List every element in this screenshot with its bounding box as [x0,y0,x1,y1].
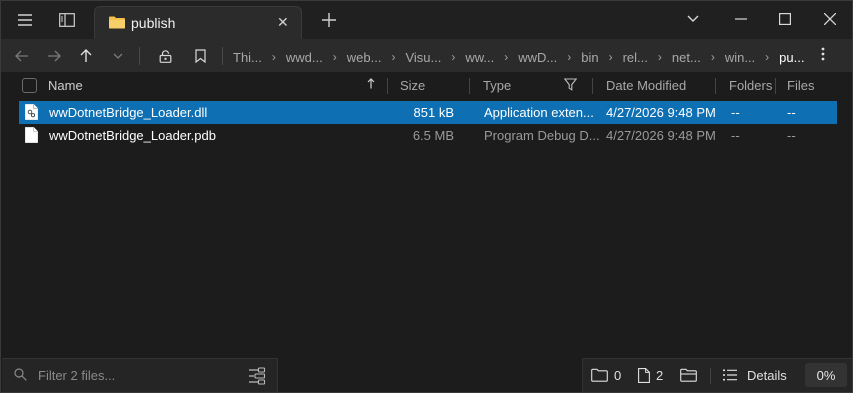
breadcrumb-item[interactable]: web... [347,50,382,65]
column-header-files[interactable]: Files [787,78,814,93]
lock-icon[interactable] [155,46,175,66]
column-header-folders[interactable]: Folders [729,78,772,93]
file-size: 6.5 MB [412,128,454,143]
title-bar: publish ✕ [1,1,852,39]
breadcrumb-chevron-icon: › [657,50,662,64]
column-headers: Name Size Type Date Modified Folders Fil… [1,72,852,100]
breadcrumb-chevron-icon: › [504,50,509,64]
file-row[interactable]: wwDotnetBridge_Loader.dll 851 kB Applica… [19,101,837,124]
breadcrumb: Thi... › wwd... › web... › Visu... › ww... › … [233,48,804,66]
file-date-modified: 4/27/2026 9:48 PM [606,105,716,120]
history-chevron-icon[interactable] [108,46,128,66]
back-arrow-icon[interactable] [12,46,32,66]
file-files-count: -- [787,105,796,120]
status-bar: 0 2 Details 0% [582,358,852,392]
toolbar-divider [222,47,223,65]
file-explorer-window: publish ✕ Thi... › wwd... › web... › Vis… [0,0,853,393]
sort-ascending-icon[interactable] [367,78,375,89]
minimize-icon[interactable] [729,9,753,29]
column-header-date-modified[interactable]: Date Modified [606,78,686,93]
status-divider [710,368,711,384]
details-view-icon[interactable] [723,369,737,381]
column-divider[interactable] [715,78,716,94]
file-count-icon [638,368,650,383]
column-divider[interactable] [469,78,470,94]
tab-close-icon[interactable]: ✕ [277,14,289,31]
dll-file-icon [25,104,38,120]
breadcrumb-chevron-icon: › [451,50,456,64]
file-type: Application exten... [484,105,594,120]
breadcrumb-item[interactable]: rel... [623,50,648,65]
breadcrumb-item[interactable]: bin [581,50,598,65]
sidebar-toggle-icon[interactable] [56,9,78,31]
tab-publish[interactable]: publish ✕ [94,6,302,39]
maximize-icon[interactable] [773,9,797,29]
file-count: 2 [656,368,664,383]
breadcrumb-item[interactable]: wwD... [518,50,557,65]
view-mode-label[interactable]: Details [747,368,787,383]
breadcrumb-item[interactable]: Visu... [405,50,441,65]
file-icon [25,127,38,143]
column-divider[interactable] [387,78,388,94]
file-files-count: -- [787,128,796,143]
column-header-name[interactable]: Name [48,78,83,93]
folder-icon [109,15,125,29]
column-divider[interactable] [775,78,776,94]
file-folders-count: -- [731,128,740,143]
toolbar-divider [139,47,140,65]
breadcrumb-chevron-icon: › [567,50,572,64]
file-name: wwDotnetBridge_Loader.pdb [49,128,216,143]
file-type: Program Debug D... [484,128,600,143]
column-divider[interactable] [592,78,593,94]
up-arrow-icon[interactable] [76,46,96,66]
folder-view-icon[interactable] [680,368,697,382]
bookmark-icon[interactable] [190,46,210,66]
breadcrumb-item[interactable]: net... [672,50,701,65]
select-all-checkbox[interactable] [22,78,37,93]
search-icon [14,368,27,381]
breadcrumb-chevron-icon: › [271,50,276,64]
breadcrumb-item[interactable]: win... [725,50,755,65]
new-tab-icon[interactable] [318,9,340,31]
menu-icon[interactable] [14,9,36,31]
navigation-toolbar: Thi... › wwd... › web... › Visu... › ww... › … [1,39,852,72]
filter-bar [2,358,278,392]
file-name: wwDotnetBridge_Loader.dll [49,105,208,120]
filter-input[interactable] [36,367,240,384]
column-header-size[interactable]: Size [400,78,425,93]
forward-arrow-icon[interactable] [44,46,64,66]
tab-title: publish [131,15,176,31]
column-header-type[interactable]: Type [483,78,511,93]
filter-icon[interactable] [564,78,577,91]
breadcrumb-chevron-icon: › [608,50,613,64]
filter-options-icon[interactable] [248,367,266,385]
breadcrumb-chevron-icon: › [332,50,337,64]
tab-list-chevron-icon[interactable] [681,9,705,29]
breadcrumb-item[interactable]: ww... [465,50,494,65]
breadcrumb-item[interactable]: wwd... [286,50,323,65]
file-row[interactable]: wwDotnetBridge_Loader.pdb 6.5 MB Program… [19,124,837,147]
breadcrumb-item[interactable]: Thi... [233,50,262,65]
file-date-modified: 4/27/2026 9:48 PM [606,128,716,143]
breadcrumb-chevron-icon: › [391,50,396,64]
file-folders-count: -- [731,105,740,120]
breadcrumb-chevron-icon: › [765,50,770,64]
zoom-level[interactable]: 0% [805,363,847,387]
more-options-icon[interactable] [821,47,825,61]
folder-count: 0 [614,368,622,383]
close-icon[interactable] [818,9,842,29]
breadcrumb-current[interactable]: pu... [779,50,804,65]
file-size: 851 kB [413,105,454,120]
breadcrumb-chevron-icon: › [710,50,715,64]
folder-count-icon [591,368,608,382]
